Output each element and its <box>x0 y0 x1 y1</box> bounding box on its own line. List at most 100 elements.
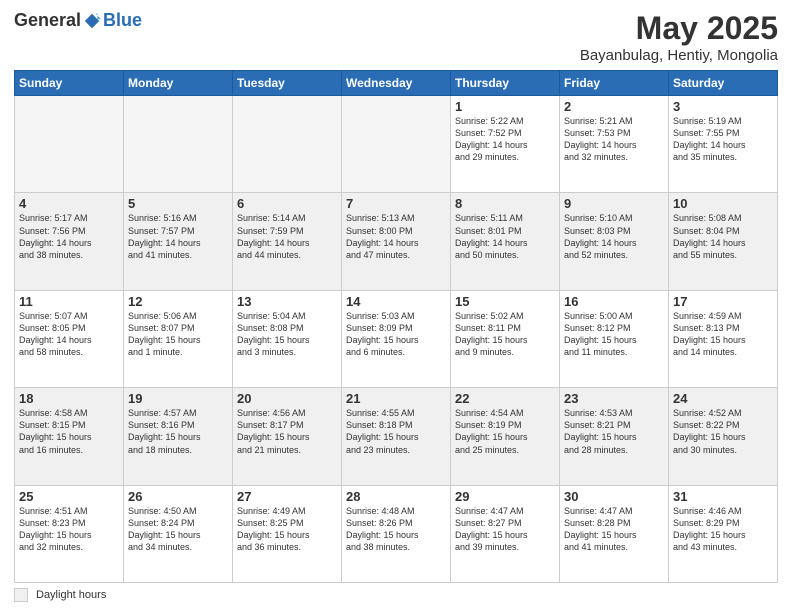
calendar-header-row: SundayMondayTuesdayWednesdayThursdayFrid… <box>15 71 778 96</box>
day-number: 11 <box>19 294 119 309</box>
calendar-cell: 21Sunrise: 4:55 AM Sunset: 8:18 PM Dayli… <box>342 388 451 485</box>
day-info: Sunrise: 4:53 AM Sunset: 8:21 PM Dayligh… <box>564 407 664 456</box>
col-header-tuesday: Tuesday <box>233 71 342 96</box>
calendar-row-4: 18Sunrise: 4:58 AM Sunset: 8:15 PM Dayli… <box>15 388 778 485</box>
subtitle: Bayanbulag, Hentiy, Mongolia <box>580 47 778 64</box>
calendar-cell: 11Sunrise: 5:07 AM Sunset: 8:05 PM Dayli… <box>15 290 124 387</box>
calendar-cell: 18Sunrise: 4:58 AM Sunset: 8:15 PM Dayli… <box>15 388 124 485</box>
day-info: Sunrise: 5:10 AM Sunset: 8:03 PM Dayligh… <box>564 212 664 261</box>
calendar-cell: 15Sunrise: 5:02 AM Sunset: 8:11 PM Dayli… <box>451 290 560 387</box>
day-number: 17 <box>673 294 773 309</box>
day-info: Sunrise: 5:22 AM Sunset: 7:52 PM Dayligh… <box>455 115 555 164</box>
day-info: Sunrise: 4:59 AM Sunset: 8:13 PM Dayligh… <box>673 310 773 359</box>
day-number: 2 <box>564 99 664 114</box>
day-number: 1 <box>455 99 555 114</box>
day-info: Sunrise: 5:14 AM Sunset: 7:59 PM Dayligh… <box>237 212 337 261</box>
day-number: 4 <box>19 196 119 211</box>
day-number: 3 <box>673 99 773 114</box>
day-number: 15 <box>455 294 555 309</box>
day-info: Sunrise: 4:47 AM Sunset: 8:27 PM Dayligh… <box>455 505 555 554</box>
footer: Daylight hours <box>14 588 778 602</box>
day-number: 13 <box>237 294 337 309</box>
day-number: 26 <box>128 489 228 504</box>
calendar-cell: 14Sunrise: 5:03 AM Sunset: 8:09 PM Dayli… <box>342 290 451 387</box>
calendar-cell: 7Sunrise: 5:13 AM Sunset: 8:00 PM Daylig… <box>342 193 451 290</box>
day-number: 16 <box>564 294 664 309</box>
day-info: Sunrise: 5:08 AM Sunset: 8:04 PM Dayligh… <box>673 212 773 261</box>
logo-blue: Blue <box>103 10 142 31</box>
day-info: Sunrise: 4:51 AM Sunset: 8:23 PM Dayligh… <box>19 505 119 554</box>
day-number: 27 <box>237 489 337 504</box>
calendar-cell: 13Sunrise: 5:04 AM Sunset: 8:08 PM Dayli… <box>233 290 342 387</box>
day-info: Sunrise: 5:07 AM Sunset: 8:05 PM Dayligh… <box>19 310 119 359</box>
day-info: Sunrise: 5:04 AM Sunset: 8:08 PM Dayligh… <box>237 310 337 359</box>
logo-text: General Blue <box>14 10 142 31</box>
day-info: Sunrise: 4:46 AM Sunset: 8:29 PM Dayligh… <box>673 505 773 554</box>
calendar-cell: 28Sunrise: 4:48 AM Sunset: 8:26 PM Dayli… <box>342 485 451 582</box>
day-number: 21 <box>346 391 446 406</box>
calendar-cell: 26Sunrise: 4:50 AM Sunset: 8:24 PM Dayli… <box>124 485 233 582</box>
day-number: 14 <box>346 294 446 309</box>
calendar-cell: 27Sunrise: 4:49 AM Sunset: 8:25 PM Dayli… <box>233 485 342 582</box>
calendar-cell: 6Sunrise: 5:14 AM Sunset: 7:59 PM Daylig… <box>233 193 342 290</box>
day-info: Sunrise: 4:52 AM Sunset: 8:22 PM Dayligh… <box>673 407 773 456</box>
day-info: Sunrise: 5:19 AM Sunset: 7:55 PM Dayligh… <box>673 115 773 164</box>
calendar-row-3: 11Sunrise: 5:07 AM Sunset: 8:05 PM Dayli… <box>15 290 778 387</box>
calendar-cell: 2Sunrise: 5:21 AM Sunset: 7:53 PM Daylig… <box>560 96 669 193</box>
day-info: Sunrise: 4:47 AM Sunset: 8:28 PM Dayligh… <box>564 505 664 554</box>
calendar-cell: 10Sunrise: 5:08 AM Sunset: 8:04 PM Dayli… <box>669 193 778 290</box>
calendar-cell: 3Sunrise: 5:19 AM Sunset: 7:55 PM Daylig… <box>669 96 778 193</box>
calendar-row-1: 1Sunrise: 5:22 AM Sunset: 7:52 PM Daylig… <box>15 96 778 193</box>
day-info: Sunrise: 5:00 AM Sunset: 8:12 PM Dayligh… <box>564 310 664 359</box>
day-number: 19 <box>128 391 228 406</box>
col-header-sunday: Sunday <box>15 71 124 96</box>
calendar-cell: 29Sunrise: 4:47 AM Sunset: 8:27 PM Dayli… <box>451 485 560 582</box>
day-info: Sunrise: 5:13 AM Sunset: 8:00 PM Dayligh… <box>346 212 446 261</box>
calendar-cell: 17Sunrise: 4:59 AM Sunset: 8:13 PM Dayli… <box>669 290 778 387</box>
day-info: Sunrise: 4:48 AM Sunset: 8:26 PM Dayligh… <box>346 505 446 554</box>
day-number: 22 <box>455 391 555 406</box>
calendar-cell: 1Sunrise: 5:22 AM Sunset: 7:52 PM Daylig… <box>451 96 560 193</box>
day-number: 31 <box>673 489 773 504</box>
calendar-cell: 4Sunrise: 5:17 AM Sunset: 7:56 PM Daylig… <box>15 193 124 290</box>
calendar-cell: 25Sunrise: 4:51 AM Sunset: 8:23 PM Dayli… <box>15 485 124 582</box>
day-info: Sunrise: 4:49 AM Sunset: 8:25 PM Dayligh… <box>237 505 337 554</box>
day-number: 25 <box>19 489 119 504</box>
col-header-thursday: Thursday <box>451 71 560 96</box>
day-number: 12 <box>128 294 228 309</box>
day-number: 9 <box>564 196 664 211</box>
logo-general: General <box>14 10 81 31</box>
day-info: Sunrise: 5:16 AM Sunset: 7:57 PM Dayligh… <box>128 212 228 261</box>
header: General Blue May 2025 Bayanbulag, Hentiy… <box>14 10 778 64</box>
col-header-friday: Friday <box>560 71 669 96</box>
calendar-cell: 23Sunrise: 4:53 AM Sunset: 8:21 PM Dayli… <box>560 388 669 485</box>
day-number: 29 <box>455 489 555 504</box>
day-info: Sunrise: 5:11 AM Sunset: 8:01 PM Dayligh… <box>455 212 555 261</box>
calendar-cell <box>124 96 233 193</box>
day-info: Sunrise: 4:50 AM Sunset: 8:24 PM Dayligh… <box>128 505 228 554</box>
calendar-cell: 31Sunrise: 4:46 AM Sunset: 8:29 PM Dayli… <box>669 485 778 582</box>
day-info: Sunrise: 5:02 AM Sunset: 8:11 PM Dayligh… <box>455 310 555 359</box>
title-block: May 2025 Bayanbulag, Hentiy, Mongolia <box>580 10 778 64</box>
page: General Blue May 2025 Bayanbulag, Hentiy… <box>0 0 792 612</box>
day-number: 28 <box>346 489 446 504</box>
calendar-cell: 22Sunrise: 4:54 AM Sunset: 8:19 PM Dayli… <box>451 388 560 485</box>
day-info: Sunrise: 5:03 AM Sunset: 8:09 PM Dayligh… <box>346 310 446 359</box>
day-number: 24 <box>673 391 773 406</box>
col-header-monday: Monday <box>124 71 233 96</box>
logo-icon <box>83 12 101 30</box>
day-number: 18 <box>19 391 119 406</box>
day-number: 10 <box>673 196 773 211</box>
main-title: May 2025 <box>580 10 778 47</box>
calendar-cell: 24Sunrise: 4:52 AM Sunset: 8:22 PM Dayli… <box>669 388 778 485</box>
daylight-label: Daylight hours <box>36 589 106 601</box>
calendar-cell: 30Sunrise: 4:47 AM Sunset: 8:28 PM Dayli… <box>560 485 669 582</box>
calendar-cell: 9Sunrise: 5:10 AM Sunset: 8:03 PM Daylig… <box>560 193 669 290</box>
day-info: Sunrise: 5:17 AM Sunset: 7:56 PM Dayligh… <box>19 212 119 261</box>
calendar-cell: 16Sunrise: 5:00 AM Sunset: 8:12 PM Dayli… <box>560 290 669 387</box>
calendar-table: SundayMondayTuesdayWednesdayThursdayFrid… <box>14 70 778 583</box>
day-info: Sunrise: 4:56 AM Sunset: 8:17 PM Dayligh… <box>237 407 337 456</box>
day-number: 30 <box>564 489 664 504</box>
daylight-box <box>14 588 28 602</box>
calendar-cell: 12Sunrise: 5:06 AM Sunset: 8:07 PM Dayli… <box>124 290 233 387</box>
